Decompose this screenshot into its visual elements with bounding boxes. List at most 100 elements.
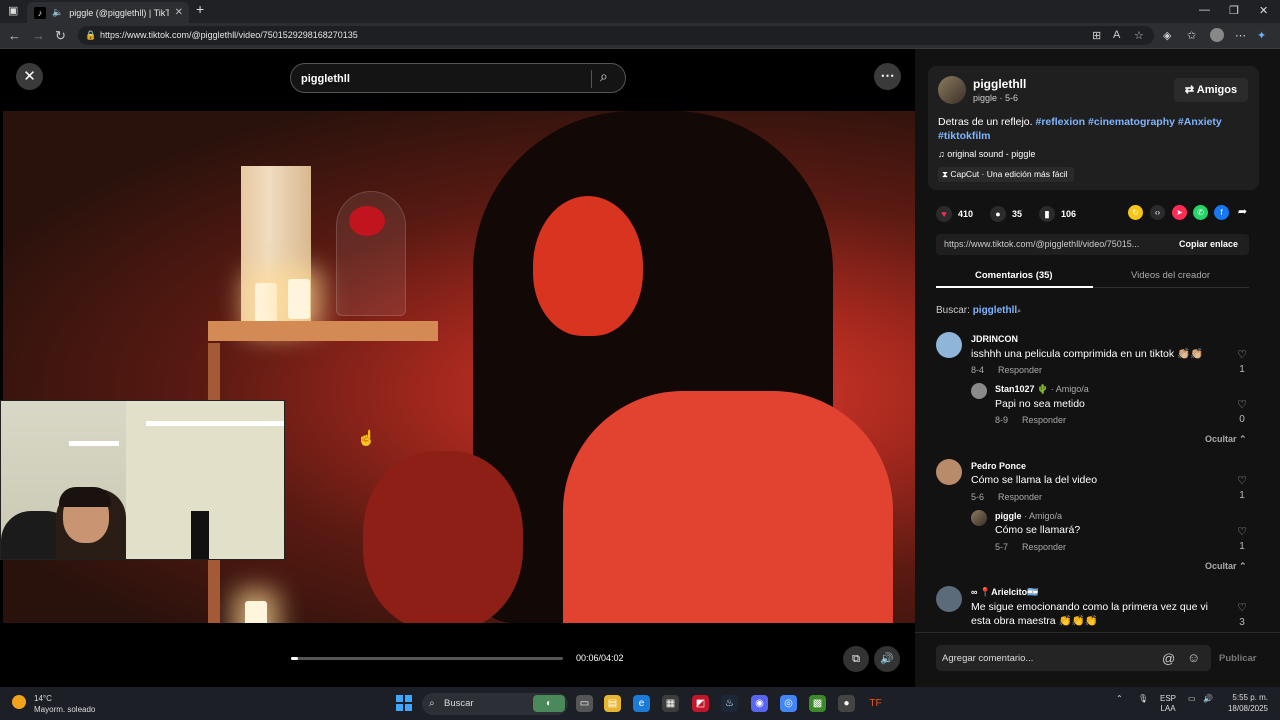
- forward-icon[interactable]: →: [32, 28, 45, 43]
- volume-tray-icon[interactable]: 🔊: [1203, 694, 1213, 703]
- menu-dots-icon[interactable]: ⋯: [1235, 29, 1246, 42]
- close-video-button[interactable]: ✕: [16, 63, 43, 90]
- commenter-avatar[interactable]: [936, 332, 962, 358]
- back-icon[interactable]: ←: [8, 28, 21, 43]
- reply-avatar[interactable]: [971, 510, 987, 526]
- hashtag-link[interactable]: #Anxiety: [1178, 116, 1222, 128]
- discord-icon[interactable]: ◉: [751, 695, 768, 712]
- address-bar: ← → ↻ 🔒 https://www.tiktok.com/@piggleth…: [0, 23, 1280, 49]
- reply-like-icon[interactable]: ♡: [1235, 525, 1249, 538]
- reply-avatar[interactable]: [971, 383, 987, 399]
- video-progress-bar[interactable]: [291, 657, 563, 660]
- sidebar-toggle-icon[interactable]: ▣: [8, 4, 18, 17]
- apps-icon[interactable]: ⊞: [1092, 29, 1101, 42]
- microphone-icon[interactable]: 🎙: [1138, 694, 1148, 703]
- reply-author[interactable]: piggle · Amigo/a: [995, 511, 1062, 521]
- new-tab-icon[interactable]: +: [196, 1, 204, 17]
- chrome-icon[interactable]: ◎: [780, 695, 797, 712]
- amd-icon[interactable]: ◩: [692, 695, 709, 712]
- site-info-icon[interactable]: 🔒: [85, 26, 96, 45]
- language-indicator[interactable]: ESP LAA: [1160, 694, 1176, 714]
- favorite-star-icon[interactable]: ☆: [1134, 29, 1144, 42]
- profile-avatar[interactable]: [1210, 28, 1224, 42]
- minecraft-icon[interactable]: ▩: [809, 695, 826, 712]
- window-close-icon[interactable]: ✕: [1259, 4, 1268, 17]
- emoji-icon[interactable]: ☺: [1187, 650, 1200, 665]
- commenter-avatar[interactable]: [936, 459, 962, 485]
- share-link-url[interactable]: https://www.tiktok.com/@pigglethll/video…: [944, 239, 1164, 249]
- save-button[interactable]: ▮ 106: [1039, 206, 1076, 222]
- obs-icon[interactable]: ●: [838, 695, 855, 712]
- comment-like-icon[interactable]: ♡: [1235, 348, 1249, 361]
- search-icon[interactable]: ⌕: [600, 68, 608, 85]
- reply-like-icon[interactable]: ♡: [1235, 398, 1249, 411]
- reply-author-name: Stan1027 🌵: [995, 384, 1049, 394]
- picture-in-picture-button[interactable]: ⧉: [843, 646, 869, 672]
- reply-button[interactable]: Responder: [998, 365, 1042, 375]
- tray-chevron-icon[interactable]: ⌃: [1116, 694, 1123, 703]
- minimize-icon[interactable]: —: [1199, 4, 1210, 16]
- search-input[interactable]: [301, 70, 581, 88]
- task-view-icon[interactable]: ▭: [576, 695, 593, 712]
- reload-icon[interactable]: ↻: [55, 28, 66, 44]
- commenter-name[interactable]: Pedro Ponce: [971, 461, 1026, 471]
- widget-app-icon[interactable]: ◐: [533, 695, 565, 712]
- facebook-icon[interactable]: f: [1214, 205, 1229, 220]
- tab-close-icon[interactable]: ✕: [175, 7, 183, 18]
- shelf-scene: [208, 321, 438, 341]
- read-aloud-icon[interactable]: A: [1113, 29, 1120, 41]
- hide-replies-button[interactable]: Ocultar ⌃: [1205, 561, 1247, 572]
- edge-browser-icon[interactable]: e: [633, 695, 650, 712]
- tab-creator-videos[interactable]: Videos del creador: [1131, 270, 1210, 281]
- copy-link-button[interactable]: Copiar enlace: [1168, 234, 1249, 255]
- extensions-icon[interactable]: ◈: [1163, 29, 1171, 42]
- favorites-icon[interactable]: ✩: [1187, 29, 1196, 42]
- hashtag-link[interactable]: #tiktokfilm: [938, 130, 991, 142]
- commenter-name[interactable]: ∞ 📍Arielcito🇦🇷: [971, 587, 1038, 598]
- reply-button[interactable]: Responder: [1022, 542, 1066, 552]
- hashtag-link[interactable]: #reflexion: [1035, 116, 1085, 128]
- tab-comments[interactable]: Comentarios (35): [975, 270, 1053, 281]
- friends-button[interactable]: ⇄ Amigos: [1174, 78, 1248, 102]
- search-suggestion[interactable]: Buscar: pigglethll⌕: [936, 305, 1021, 316]
- store-icon[interactable]: ▦: [662, 695, 679, 712]
- embed-icon[interactable]: ‹›: [1150, 205, 1165, 220]
- url-field[interactable]: 🔒 https://www.tiktok.com/@pigglethll/vid…: [78, 26, 1154, 45]
- weather-text: 14°C Mayorm. soleado: [34, 693, 134, 715]
- comment-button[interactable]: ● 35: [990, 206, 1022, 222]
- author-avatar[interactable]: [938, 76, 966, 104]
- volume-button[interactable]: 🔊: [874, 646, 900, 672]
- reply-button[interactable]: Responder: [998, 492, 1042, 502]
- file-explorer-icon[interactable]: ▤: [604, 695, 621, 712]
- more-options-button[interactable]: ⋯: [874, 63, 901, 90]
- repost-icon[interactable]: ↻: [1128, 205, 1143, 220]
- share-arrow-icon[interactable]: ➦: [1235, 205, 1250, 220]
- webcam-hair: [59, 487, 111, 507]
- post-comment-button[interactable]: Publicar: [1219, 653, 1257, 664]
- like-button[interactable]: ♥ 410: [936, 206, 973, 222]
- copilot-icon[interactable]: ✦: [1257, 29, 1266, 42]
- tf-app-icon[interactable]: TF: [867, 695, 884, 712]
- browser-tab[interactable]: ♪ 🔈 piggle (@pigglethll) | TikTok ✕: [27, 2, 189, 23]
- sound-link[interactable]: ♫ original sound - piggle: [938, 149, 1035, 159]
- comment-like-icon[interactable]: ♡: [1235, 601, 1249, 614]
- system-clock[interactable]: 5:55 p. m. 18/08/2025: [1222, 692, 1268, 714]
- network-icon[interactable]: ▭: [1188, 694, 1196, 703]
- windows-start-icon[interactable]: [396, 695, 412, 711]
- mention-icon[interactable]: @: [1162, 651, 1175, 666]
- hashtag-link[interactable]: #cinematography: [1088, 116, 1175, 128]
- comment-like-icon[interactable]: ♡: [1235, 474, 1249, 487]
- author-username[interactable]: pigglethll: [973, 77, 1026, 91]
- comment-input[interactable]: [942, 650, 1152, 666]
- capcut-badge[interactable]: ⧗ CapCut · Una edición más fácil: [938, 167, 1074, 182]
- reply-author[interactable]: Stan1027 🌵 · Amigo/a: [995, 384, 1089, 395]
- commenter-avatar[interactable]: [936, 586, 962, 612]
- hide-replies-button[interactable]: Ocultar ⌃: [1205, 434, 1247, 445]
- maximize-icon[interactable]: ❐: [1229, 4, 1239, 17]
- commenter-name[interactable]: JDRINCON: [971, 334, 1018, 344]
- speaker-icon[interactable]: 🔈: [52, 7, 63, 18]
- send-icon[interactable]: ➤: [1172, 205, 1187, 220]
- reply-button[interactable]: Responder: [1022, 415, 1066, 425]
- steam-icon[interactable]: ♨: [721, 695, 738, 712]
- whatsapp-icon[interactable]: ✆: [1193, 205, 1208, 220]
